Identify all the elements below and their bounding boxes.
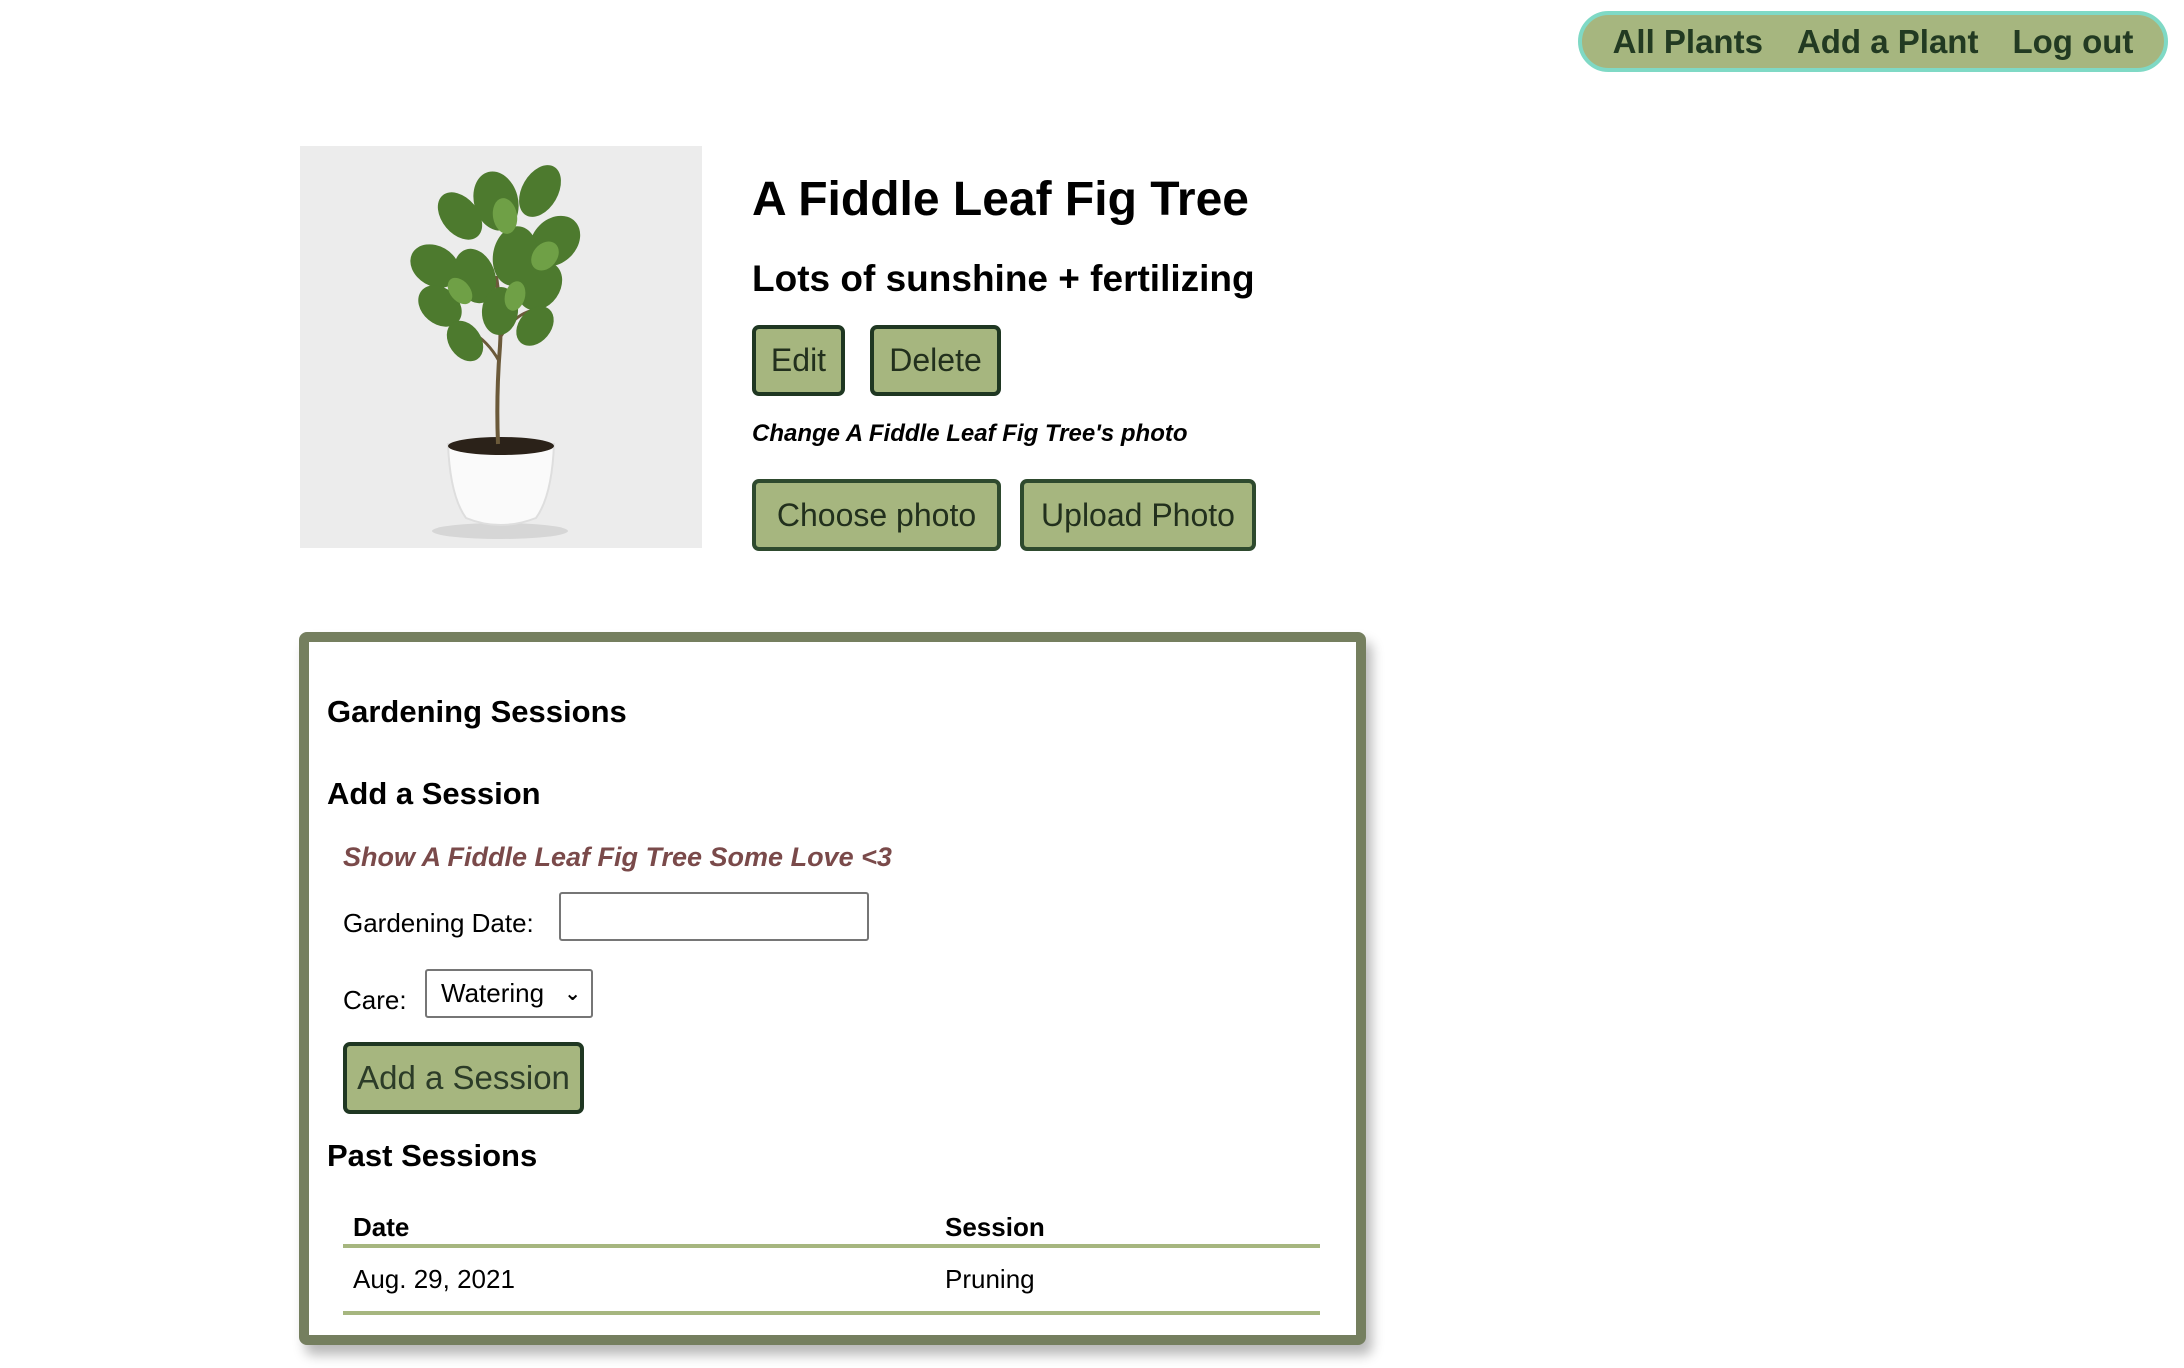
show-some-love-text: Show A Fiddle Leaf Fig Tree Some Love <3 [343,842,892,872]
delete-button[interactable]: Delete [870,325,1001,396]
care-selected-value: Watering [441,978,545,1008]
add-session-heading: Add a Session [327,776,541,811]
edit-button[interactable]: Edit [752,325,845,396]
table-row: Aug. 29, 2021 Pruning [343,1248,1320,1315]
choose-photo-button[interactable]: Choose photo [752,479,1001,551]
care-select[interactable]: Watering ⌄ [425,969,593,1018]
session-date-cell: Aug. 29, 2021 [353,1264,515,1294]
past-sessions-table: Date Session Aug. 29, 2021 Pruning [343,1208,1320,1315]
chevron-down-icon: ⌄ [564,983,581,1005]
gardening-date-label: Gardening Date: [343,908,534,938]
plant-detail-page: All Plants Add a Plant Log out A Fiddle … [0,0,2184,1368]
potted-plant-icon [300,146,702,548]
upload-photo-button[interactable]: Upload Photo [1020,479,1256,551]
add-session-button[interactable]: Add a Session [343,1042,584,1114]
plant-title: A Fiddle Leaf Fig Tree [752,173,1249,226]
column-header-session: Session [945,1212,1045,1242]
plant-photo [300,146,702,548]
nav-log-out-link[interactable]: Log out [2012,23,2133,61]
gardening-date-input[interactable] [559,892,869,941]
session-type-cell: Pruning [945,1264,1035,1294]
nav-add-plant-link[interactable]: Add a Plant [1797,23,1979,61]
nav-all-plants-link[interactable]: All Plants [1613,23,1763,61]
change-photo-caption: Change A Fiddle Leaf Fig Tree's photo [752,420,1188,447]
care-label: Care: [343,985,407,1015]
past-sessions-heading: Past Sessions [327,1138,538,1173]
gardening-sessions-heading: Gardening Sessions [327,694,627,729]
gardening-sessions-panel: Gardening Sessions Add a Session Show A … [299,632,1366,1345]
top-nav: All Plants Add a Plant Log out [1578,11,2168,72]
table-header-row: Date Session [343,1208,1320,1248]
plant-care-subtitle: Lots of sunshine + fertilizing [752,258,1255,299]
column-header-date: Date [353,1212,410,1242]
